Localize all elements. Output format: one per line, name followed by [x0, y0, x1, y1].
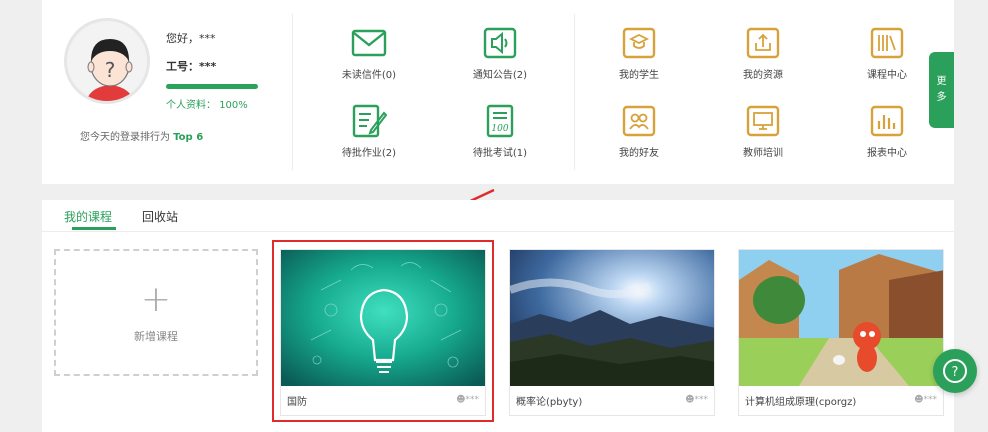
profile-completeness[interactable]: 个人资料： 100% [166, 96, 248, 111]
svg-text:100: 100 [491, 124, 508, 134]
tile-my-students[interactable]: 我的学生 [594, 26, 684, 81]
svg-text:?: ? [105, 58, 116, 82]
course-owner: ☻*** [685, 395, 708, 405]
job-number: 工号：*** [166, 60, 217, 73]
exam-icon: 100 [482, 104, 518, 138]
course-card[interactable]: 计算机组成原理(cporgz) ☻*** [738, 249, 944, 416]
speaker-icon [482, 26, 518, 60]
tile-pending-homework[interactable]: 待批作业(2) [324, 104, 414, 159]
help-icon: ? [943, 359, 967, 383]
add-course-button[interactable]: + 新增课程 [54, 249, 258, 376]
envelope-icon [351, 26, 387, 60]
login-rank: 您今天的登录排行为 Top 6 [80, 132, 204, 143]
divider [292, 14, 293, 170]
tile-report-center[interactable]: 报表中心 [842, 104, 932, 159]
course-footer: 概率论(pbyty) ☻*** [510, 385, 714, 415]
svg-text:?: ? [952, 365, 959, 380]
plus-icon: + [140, 278, 172, 320]
tile-unread-mail[interactable]: 未读信件(0) [324, 26, 414, 81]
tile-announcements[interactable]: 通知公告(2) [455, 26, 545, 81]
highlight-box [272, 240, 494, 422]
resource-icon [745, 26, 781, 60]
tab-recycle-bin[interactable]: 回收站 [142, 208, 178, 225]
active-tab-indicator [72, 227, 116, 230]
help-button[interactable]: ? [933, 349, 977, 393]
report-icon [869, 104, 905, 138]
profile-panel: ? 您好，*** 工号：*** 个人资料： 100% 您今天的登录排行为 Top… [42, 0, 954, 184]
avatar[interactable]: ? [64, 18, 150, 104]
course-panel: 我的课程 回收站 + 新增课程 国防 ☻*** 概率论(pbyty) ☻*** … [42, 200, 954, 432]
course-footer: 计算机组成原理(cporgz) ☻*** [739, 385, 943, 415]
course-title: 概率论(pbyty) [516, 396, 583, 408]
user-icon: ☻ [685, 395, 695, 405]
profile-progress-bar [166, 84, 258, 89]
tile-teacher-training[interactable]: 教师培训 [718, 104, 808, 159]
course-card[interactable]: 概率论(pbyty) ☻*** [509, 249, 715, 416]
training-icon [745, 104, 781, 138]
user-icon: ☻ [914, 395, 924, 405]
student-icon [621, 26, 657, 60]
friends-icon [621, 104, 657, 138]
tile-my-resources[interactable]: 我的资源 [718, 26, 808, 81]
greeting-text: 您好，*** [166, 32, 216, 45]
tile-my-friends[interactable]: 我的好友 [594, 104, 684, 159]
books-icon [869, 26, 905, 60]
course-thumbnail [510, 250, 714, 386]
course-title: 计算机组成原理(cporgz) [745, 396, 857, 408]
course-owner: ☻*** [914, 395, 937, 405]
course-tabs: 我的课程 回收站 [42, 200, 954, 232]
more-tab[interactable]: 更 多 [929, 52, 954, 128]
tab-my-courses[interactable]: 我的课程 [64, 208, 112, 225]
tile-pending-exams[interactable]: 100 待批考试(1) [455, 104, 545, 159]
homework-icon [351, 104, 387, 138]
divider [574, 14, 575, 170]
profile-progress-fill [166, 84, 258, 89]
tile-course-center[interactable]: 课程中心 [842, 26, 932, 81]
course-thumbnail [739, 250, 943, 386]
